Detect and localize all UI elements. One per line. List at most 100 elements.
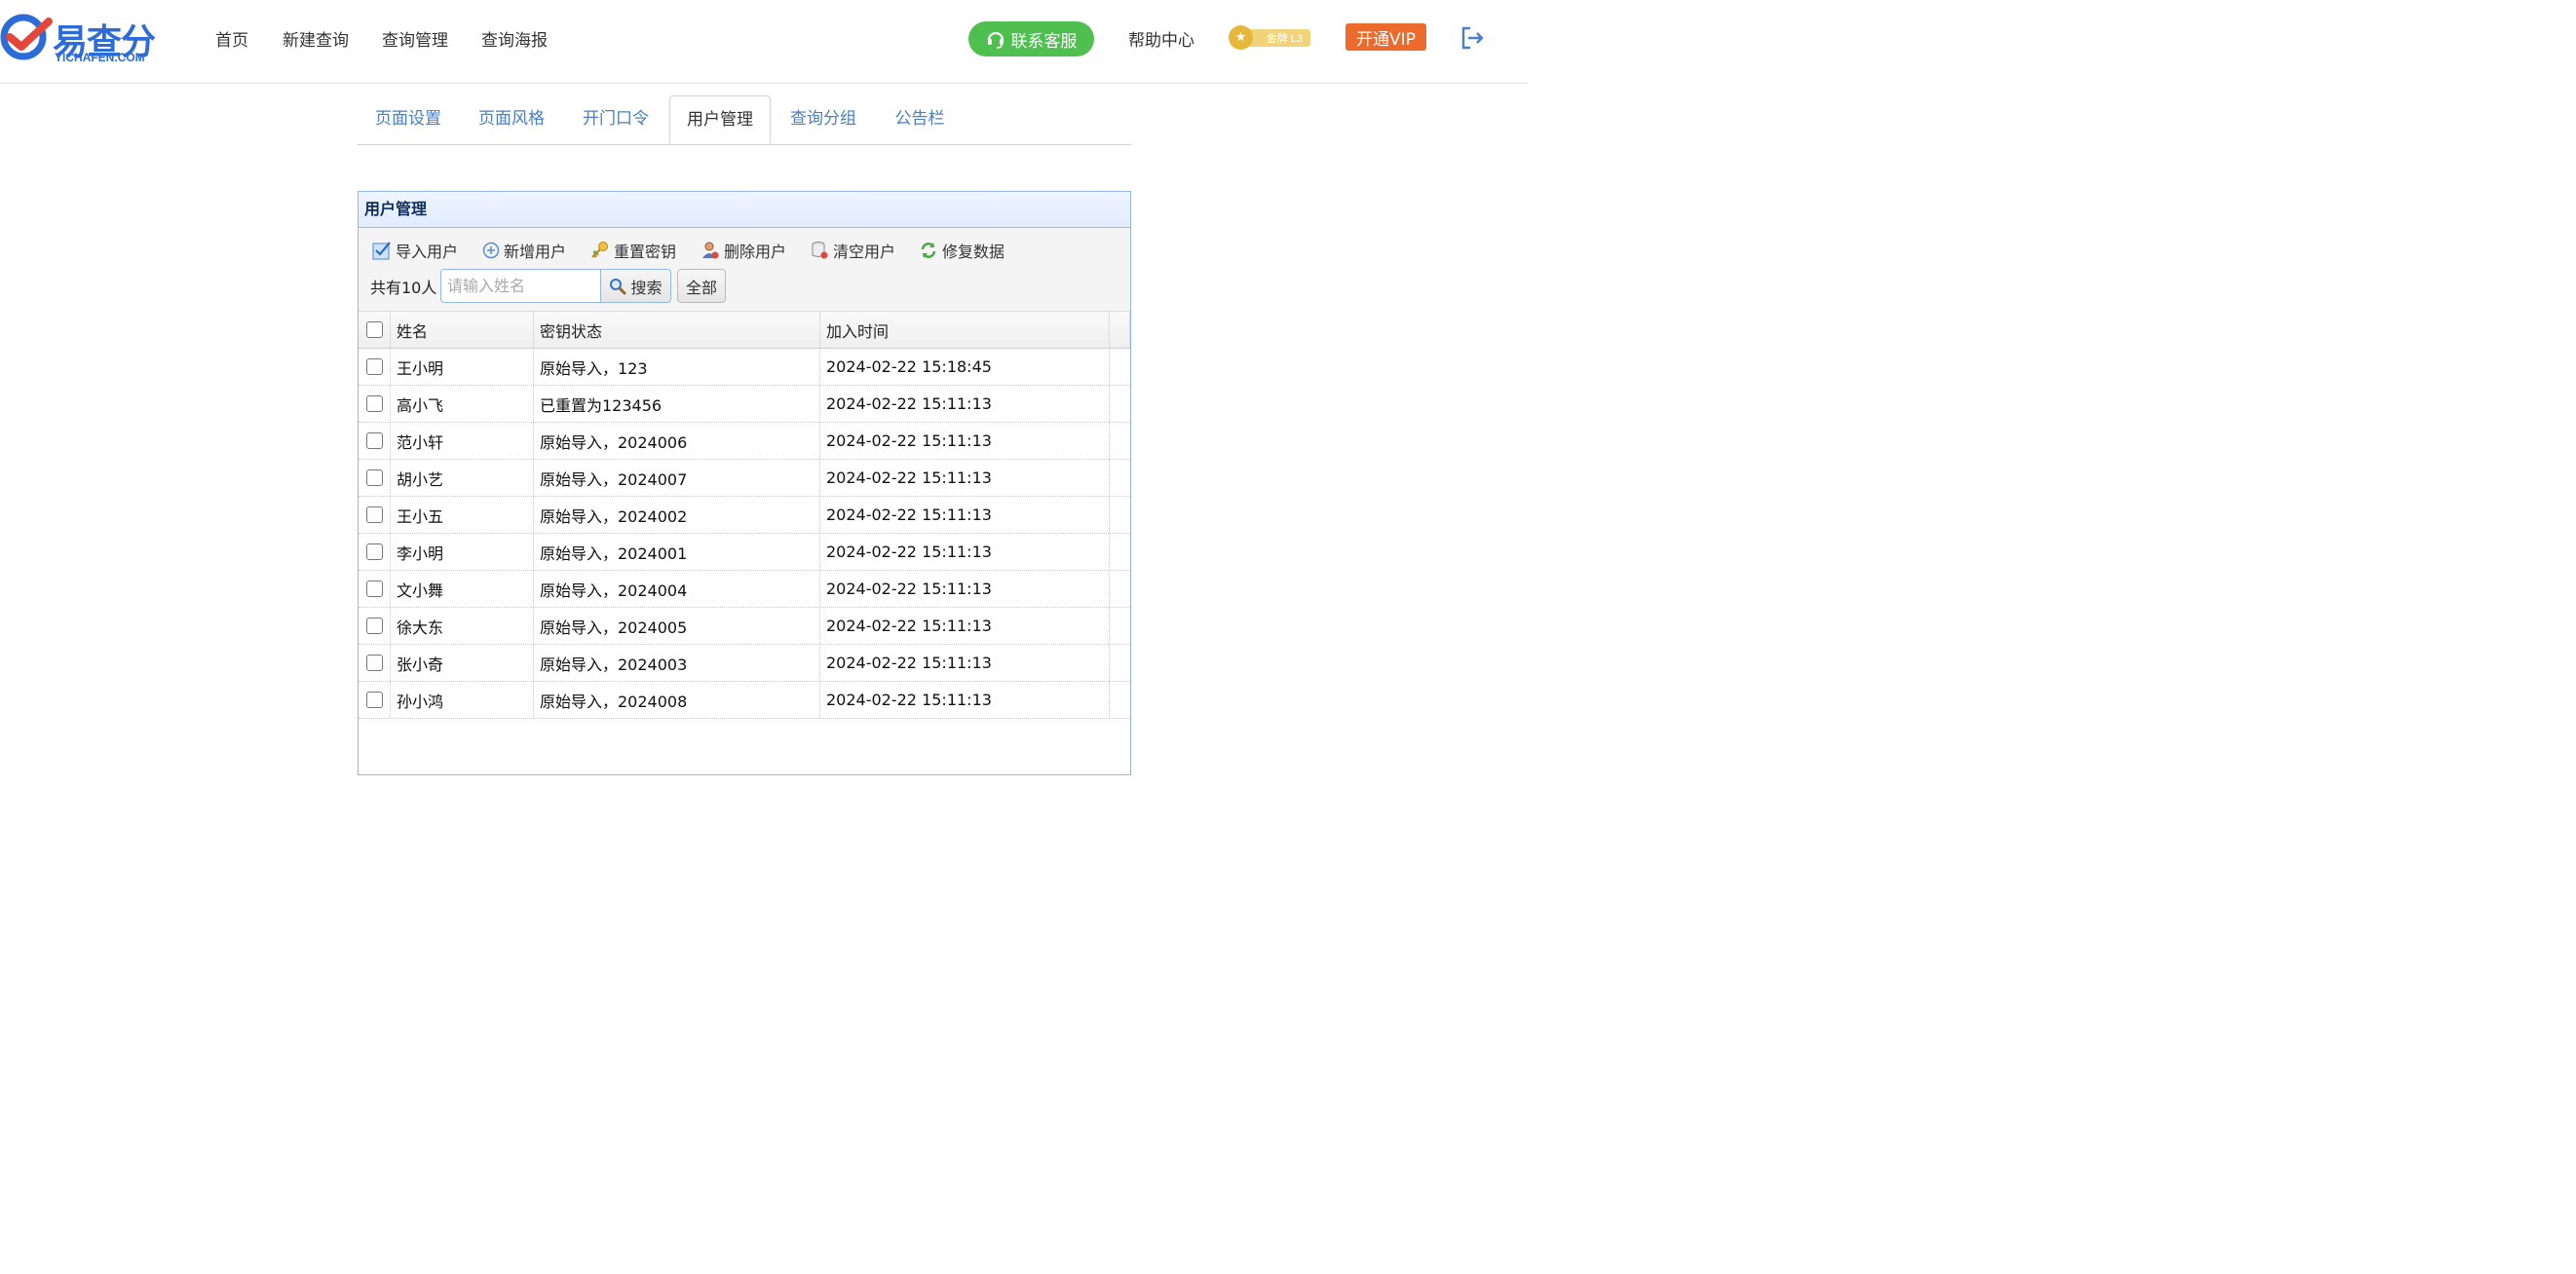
repair-data-label: 修复数据 bbox=[942, 243, 1005, 261]
search-label: 搜索 bbox=[630, 278, 663, 297]
add-user-label: 新增用户 bbox=[504, 243, 567, 261]
row-checkbox[interactable] bbox=[365, 432, 383, 449]
cell-key-status: 原始导入，2024006 bbox=[534, 423, 820, 459]
cell-joined: 2024-02-22 15:11:13 bbox=[820, 534, 1110, 570]
table-row[interactable]: 高小飞 已重置为123456 2024-02-22 15:11:13 bbox=[359, 386, 1130, 423]
table-row[interactable]: 李小明 原始导入，2024001 2024-02-22 15:11:13 bbox=[359, 534, 1130, 571]
header-scroll-spacer bbox=[1110, 312, 1130, 348]
headset-icon bbox=[987, 31, 1004, 49]
cell-key-status: 原始导入，2024003 bbox=[534, 645, 820, 681]
table-body: 王小明 原始导入，123 2024-02-22 15:18:45 高小飞 已重置为123… bbox=[359, 349, 1130, 719]
import-users-button[interactable]: 导入用户 bbox=[372, 240, 458, 261]
cell-joined: 2024-02-22 15:11:13 bbox=[820, 608, 1110, 644]
row-scroll-spacer bbox=[1110, 423, 1130, 459]
tab-page-settings[interactable]: 页面设置 bbox=[358, 95, 459, 143]
nav-home[interactable]: 首页 bbox=[215, 26, 248, 51]
table-row[interactable]: 孙小鸿 原始导入，2024008 2024-02-22 15:11:13 bbox=[359, 682, 1130, 719]
cell-key-status: 原始导入，2024002 bbox=[534, 497, 820, 533]
panel-toolbar: 导入用户 新增用户 重置密钥 删除用户 清空用户 修复数据 共有10人 请输入姓… bbox=[359, 228, 1130, 312]
panel-title: 用户管理 bbox=[359, 192, 1130, 228]
user-remove-icon bbox=[702, 242, 719, 259]
table-row[interactable]: 范小轩 原始导入，2024006 2024-02-22 15:11:13 bbox=[359, 423, 1130, 460]
table-row[interactable]: 徐大东 原始导入，2024005 2024-02-22 15:11:13 bbox=[359, 608, 1130, 645]
member-level-badge[interactable]: 金牌 L3 ★ bbox=[1229, 25, 1311, 50]
tab-access-password[interactable]: 开门口令 bbox=[565, 95, 666, 143]
reset-key-button[interactable]: 重置密钥 bbox=[590, 240, 676, 261]
select-all-checkbox[interactable] bbox=[365, 321, 383, 338]
table-row[interactable]: 张小奇 原始导入，2024003 2024-02-22 15:11:13 bbox=[359, 645, 1130, 682]
nav-query-manage[interactable]: 查询管理 bbox=[382, 26, 448, 51]
delete-user-button[interactable]: 删除用户 bbox=[701, 240, 786, 261]
row-checkbox[interactable] bbox=[365, 469, 383, 486]
tab-page-style[interactable]: 页面风格 bbox=[461, 95, 562, 143]
row-checkbox-cell bbox=[359, 423, 391, 459]
cell-key-status: 原始导入，2024008 bbox=[534, 682, 820, 718]
table-header: 姓名 密钥状态 加入时间 bbox=[359, 312, 1130, 349]
cell-name: 徐大东 bbox=[391, 608, 534, 644]
cell-joined: 2024-02-22 15:11:13 bbox=[820, 386, 1110, 422]
cell-key-status: 已重置为123456 bbox=[534, 386, 820, 422]
cell-key-status: 原始导入，2024004 bbox=[534, 571, 820, 607]
import-icon bbox=[372, 242, 391, 260]
top-navbar: 易查分 YICHAFEN.COM 首页 新建查询 查询管理 查询海报 联系客服 … bbox=[0, 0, 1528, 84]
column-header-joined[interactable]: 加入时间 bbox=[820, 312, 1110, 348]
row-checkbox[interactable] bbox=[365, 506, 383, 523]
repair-data-button[interactable]: 修复数据 bbox=[919, 240, 1004, 261]
cell-joined: 2024-02-22 15:11:13 bbox=[820, 645, 1110, 681]
row-checkbox-cell bbox=[359, 608, 391, 644]
show-all-button[interactable]: 全部 bbox=[677, 269, 726, 303]
nav-new-query[interactable]: 新建查询 bbox=[283, 26, 349, 51]
clear-database-icon bbox=[812, 242, 828, 259]
cell-name: 李小明 bbox=[391, 534, 534, 570]
row-checkbox[interactable] bbox=[365, 692, 383, 708]
open-vip-button[interactable]: 开通VIP bbox=[1345, 23, 1426, 51]
row-checkbox[interactable] bbox=[365, 655, 383, 671]
table-row[interactable]: 胡小艺 原始导入，2024007 2024-02-22 15:11:13 bbox=[359, 460, 1130, 497]
cell-name: 高小飞 bbox=[391, 386, 534, 422]
row-scroll-spacer bbox=[1110, 571, 1130, 607]
cell-joined: 2024-02-22 15:11:13 bbox=[820, 571, 1110, 607]
tab-query-groups[interactable]: 查询分组 bbox=[773, 95, 874, 143]
tab-bulletin[interactable]: 公告栏 bbox=[876, 95, 964, 143]
table-row[interactable]: 王小明 原始导入，123 2024-02-22 15:18:45 bbox=[359, 349, 1130, 386]
key-icon bbox=[591, 242, 608, 258]
table-row[interactable]: 王小五 原始导入，2024002 2024-02-22 15:11:13 bbox=[359, 497, 1130, 534]
search-button[interactable]: 搜索 bbox=[600, 269, 671, 303]
cell-joined: 2024-02-22 15:11:13 bbox=[820, 423, 1110, 459]
brand-logo[interactable]: 易查分 YICHAFEN.COM bbox=[0, 8, 161, 66]
cell-name: 文小舞 bbox=[391, 571, 534, 607]
clear-users-button[interactable]: 清空用户 bbox=[810, 240, 895, 261]
row-scroll-spacer bbox=[1110, 608, 1130, 644]
column-header-key-status[interactable]: 密钥状态 bbox=[534, 312, 820, 348]
row-checkbox-cell bbox=[359, 386, 391, 422]
user-count: 共有10人 bbox=[370, 279, 437, 297]
cell-name: 孙小鸿 bbox=[391, 682, 534, 718]
tab-user-management[interactable]: 用户管理 bbox=[669, 95, 771, 144]
help-center-link[interactable]: 帮助中心 bbox=[1128, 26, 1194, 51]
cell-name: 张小奇 bbox=[391, 645, 534, 681]
cell-key-status: 原始导入，2024005 bbox=[534, 608, 820, 644]
cell-joined: 2024-02-22 15:11:13 bbox=[820, 460, 1110, 496]
column-header-name[interactable]: 姓名 bbox=[391, 312, 534, 348]
cell-name: 范小轩 bbox=[391, 423, 534, 459]
row-checkbox[interactable] bbox=[365, 543, 383, 560]
row-checkbox-cell bbox=[359, 645, 391, 681]
cell-key-status: 原始导入，123 bbox=[534, 349, 820, 385]
add-user-button[interactable]: 新增用户 bbox=[482, 240, 566, 261]
logo-check-icon bbox=[0, 14, 53, 60]
header-checkbox-cell bbox=[359, 312, 391, 348]
row-scroll-spacer bbox=[1110, 645, 1130, 681]
row-checkbox[interactable] bbox=[365, 581, 383, 597]
row-checkbox[interactable] bbox=[365, 618, 383, 634]
import-users-label: 导入用户 bbox=[396, 243, 459, 261]
table-row[interactable]: 文小舞 原始导入，2024004 2024-02-22 15:11:13 bbox=[359, 571, 1130, 608]
nav-query-poster[interactable]: 查询海报 bbox=[481, 26, 548, 51]
row-checkbox[interactable] bbox=[365, 395, 383, 412]
row-checkbox[interactable] bbox=[365, 358, 383, 375]
name-search-input[interactable] bbox=[440, 269, 600, 303]
contact-support-button[interactable]: 联系客服 bbox=[968, 21, 1094, 56]
clear-users-label: 清空用户 bbox=[833, 243, 896, 261]
logout-icon[interactable] bbox=[1459, 25, 1485, 55]
cell-key-status: 原始导入，2024001 bbox=[534, 534, 820, 570]
row-checkbox-cell bbox=[359, 349, 391, 385]
